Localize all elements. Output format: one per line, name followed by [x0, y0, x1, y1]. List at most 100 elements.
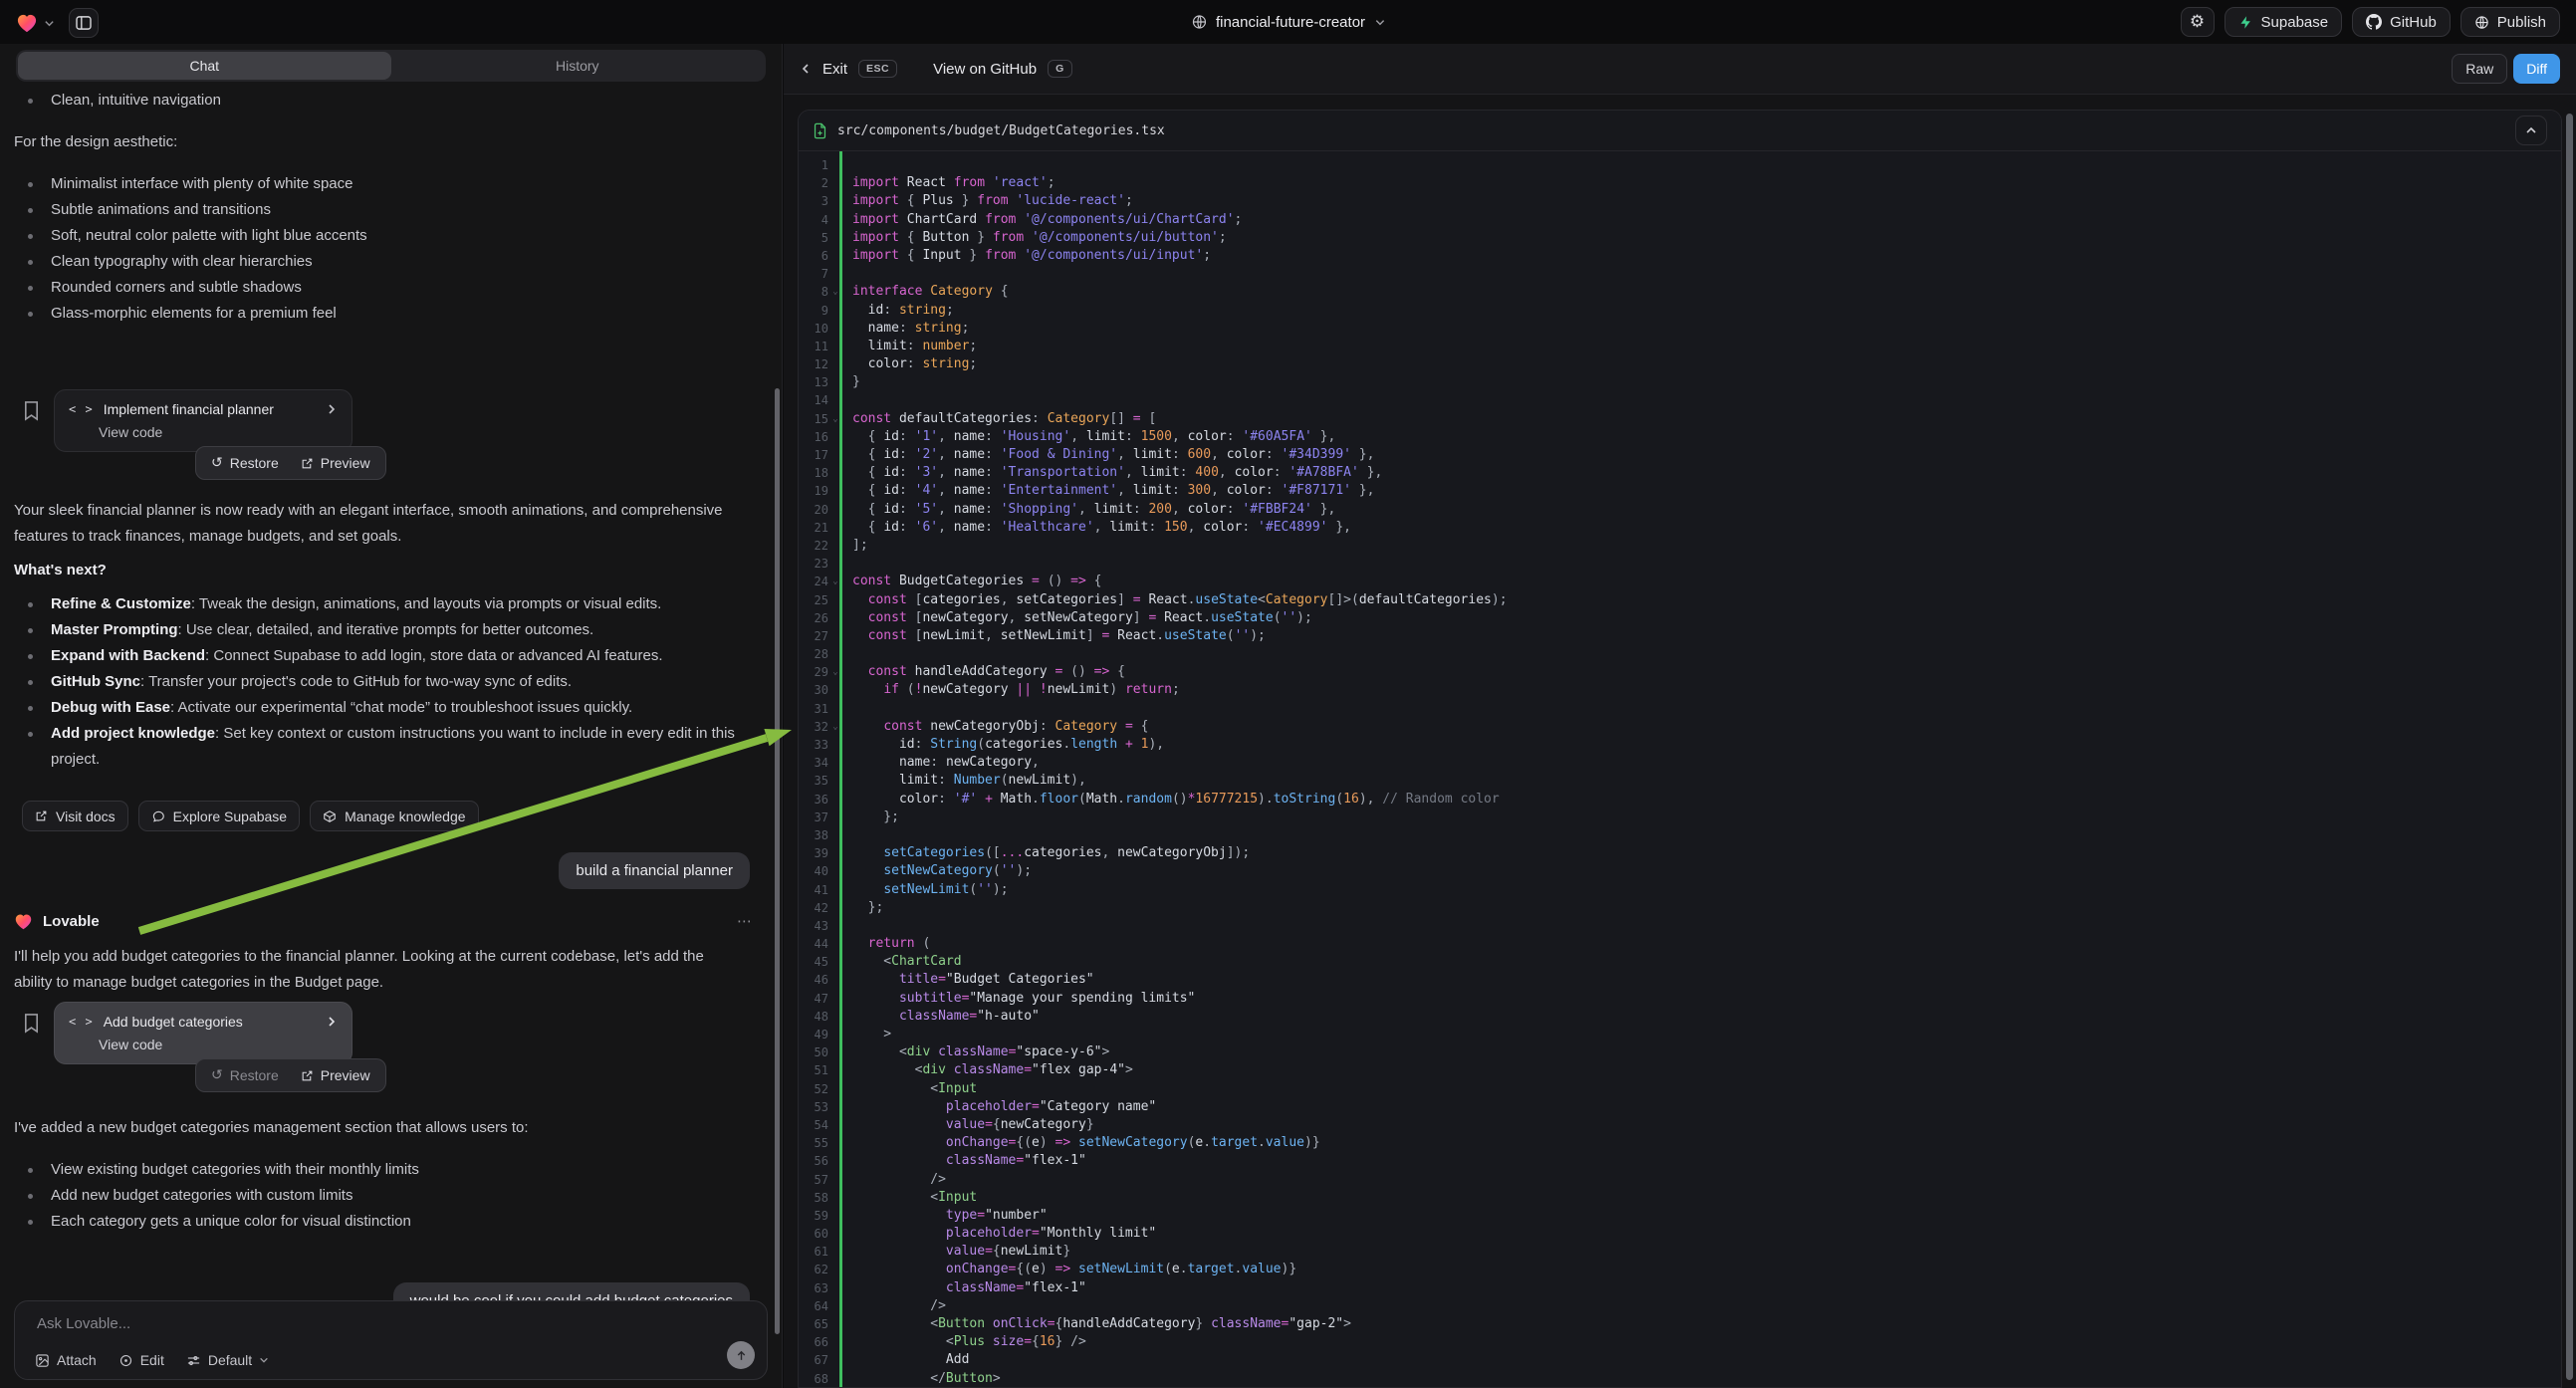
- code-line: 53 placeholder="Category name": [799, 1098, 2561, 1116]
- supabase-bolt-icon: [2238, 15, 2253, 30]
- raw-toggle-button[interactable]: Raw: [2452, 54, 2507, 84]
- view-on-github-button[interactable]: View on GitHub: [933, 61, 1037, 78]
- code-line: 40 setNewCategory('');: [799, 862, 2561, 880]
- view-code-link[interactable]: View code: [99, 1037, 338, 1052]
- list-item: Clean typography with clear hierarchies: [14, 249, 751, 275]
- sidebar-toggle-button[interactable]: [69, 8, 99, 38]
- chat-scrollbar[interactable]: [775, 388, 780, 1334]
- tab-chat[interactable]: Chat: [18, 52, 391, 80]
- bookmark-icon[interactable]: [22, 400, 41, 421]
- mode-selector[interactable]: Default: [186, 1352, 269, 1368]
- code-view-panel: Exit ESC View on GitHub G Raw Diff src/c…: [784, 44, 2576, 1388]
- diff-toggle-button[interactable]: Diff: [2513, 54, 2560, 84]
- code-line: 39 setCategories([...categories, newCate…: [799, 844, 2561, 862]
- restore-button[interactable]: ↺ Restore: [202, 1063, 288, 1087]
- lovable-heart-logo[interactable]: [16, 13, 38, 33]
- code-line: 6import { Input } from '@/components/ui/…: [799, 247, 2561, 265]
- globe-icon: [1191, 14, 1207, 30]
- list-item: View existing budget categories with the…: [14, 1157, 751, 1183]
- supabase-button[interactable]: Supabase: [2225, 7, 2343, 37]
- edit-button[interactable]: Edit: [118, 1352, 164, 1368]
- settings-button[interactable]: ⚙: [2181, 7, 2215, 37]
- list-item: Rounded corners and subtle shadows: [14, 275, 751, 301]
- ellipsis-menu-icon[interactable]: ⋯: [737, 912, 752, 930]
- attach-button[interactable]: Attach: [35, 1352, 97, 1368]
- list-item: Add project knowledge: Set key context o…: [14, 721, 737, 773]
- code-line: 24⌄const BudgetCategories = () => {: [799, 573, 2561, 590]
- version-card-add-budget-categories[interactable]: < > Add budget categories View code: [54, 1002, 352, 1064]
- added-bullet-list: View existing budget categories with the…: [14, 1157, 751, 1235]
- code-line: 41 setNewLimit('');: [799, 881, 2561, 899]
- file-plus-icon: [813, 122, 827, 139]
- list-item: Master Prompting: Use clear, detailed, a…: [14, 617, 737, 643]
- preview-button[interactable]: Preview: [292, 451, 379, 475]
- code-line: 11 limit: number;: [799, 338, 2561, 355]
- design-heading: For the design aesthetic:: [14, 129, 177, 155]
- code-line: 44 return (: [799, 935, 2561, 953]
- visit-docs-button[interactable]: Visit docs: [22, 801, 128, 831]
- target-icon: [118, 1353, 133, 1368]
- restore-icon: ↺: [211, 455, 223, 471]
- code-line: 12 color: string;: [799, 355, 2561, 373]
- code-line: 56 className="flex-1": [799, 1152, 2561, 1170]
- restore-preview-bar: ↺ Restore Preview: [195, 446, 386, 480]
- code-line: 50 <div className="space-y-6">: [799, 1043, 2561, 1061]
- exit-button[interactable]: Exit: [822, 61, 847, 78]
- code-line: 59 type="number": [799, 1207, 2561, 1225]
- restore-icon: ↺: [211, 1067, 223, 1083]
- code-line: 35 limit: Number(newLimit),: [799, 772, 2561, 790]
- send-button[interactable]: [727, 1341, 755, 1369]
- external-link-icon: [35, 810, 48, 822]
- chevron-down-icon: [259, 1355, 269, 1365]
- project-title[interactable]: financial-future-creator: [1191, 0, 1385, 44]
- code-line: 46 title="Budget Categories": [799, 971, 2561, 989]
- code-line: 30 if (!newCategory || !newLimit) return…: [799, 681, 2561, 699]
- chevron-up-icon: [2525, 124, 2537, 136]
- list-item: Glass-morphic elements for a premium fee…: [14, 301, 751, 327]
- assistant-paragraph: Your sleek financial planner is now read…: [14, 498, 726, 550]
- bookmark-icon[interactable]: [22, 1013, 41, 1034]
- publish-button[interactable]: Publish: [2460, 7, 2560, 37]
- code-line: 7: [799, 265, 2561, 283]
- code-line: 13}: [799, 373, 2561, 391]
- tab-history[interactable]: History: [391, 52, 765, 80]
- code-line: 18 { id: '3', name: 'Transportation', li…: [799, 464, 2561, 482]
- collapse-file-button[interactable]: [2515, 116, 2547, 145]
- restore-button[interactable]: ↺ Restore: [202, 451, 288, 475]
- chevron-right-icon[interactable]: [326, 1016, 338, 1028]
- code-line: 9 id: string;: [799, 302, 2561, 320]
- code-icon: < >: [69, 1015, 94, 1029]
- chevron-down-icon[interactable]: [44, 18, 55, 29]
- ask-lovable-input[interactable]: [37, 1315, 745, 1332]
- top-bar: financial-future-creator ⚙ Supabase GitH…: [0, 0, 2576, 44]
- file-header[interactable]: src/components/budget/BudgetCategories.t…: [799, 111, 2561, 151]
- code-line: 45 <ChartCard: [799, 953, 2561, 971]
- code-scrollbar[interactable]: [2566, 114, 2573, 1380]
- list-item: Refine & Customize: Tweak the design, an…: [14, 591, 737, 617]
- list-item: Debug with Ease: Activate our experiment…: [14, 695, 737, 721]
- github-button[interactable]: GitHub: [2352, 7, 2451, 37]
- code-line: 26 const [newCategory, setNewCategory] =…: [799, 609, 2561, 627]
- publish-globe-icon: [2474, 15, 2489, 30]
- preview-button[interactable]: Preview: [292, 1063, 379, 1087]
- code-line: 63 className="flex-1": [799, 1279, 2561, 1297]
- back-chevron-icon[interactable]: [800, 63, 812, 75]
- external-link-icon: [301, 457, 314, 470]
- chevron-right-icon[interactable]: [326, 403, 338, 415]
- github-label: GitHub: [2390, 14, 2437, 31]
- sliders-icon: [186, 1353, 201, 1368]
- prompt-input-box: Attach Edit Default: [14, 1300, 768, 1380]
- version-card-implement-financial-planner[interactable]: < > Implement financial planner View cod…: [54, 389, 352, 452]
- view-code-link[interactable]: View code: [99, 424, 338, 440]
- code-line: 29⌄ const handleAddCategory = () => {: [799, 663, 2561, 681]
- code-line: 2import React from 'react';: [799, 174, 2561, 192]
- code-line: 61 value={newLimit}: [799, 1243, 2561, 1261]
- code-editor[interactable]: 12import React from 'react';3import { Pl…: [799, 151, 2561, 1387]
- gear-icon: ⚙: [2190, 12, 2205, 32]
- design-bullet-list: Minimalist interface with plenty of whit…: [14, 171, 751, 327]
- explore-supabase-button[interactable]: Explore Supabase: [138, 801, 300, 831]
- publish-label: Publish: [2497, 14, 2546, 31]
- code-line: 48 className="h-auto": [799, 1008, 2561, 1026]
- list-item: GitHub Sync: Transfer your project's cod…: [14, 669, 737, 695]
- manage-knowledge-button[interactable]: Manage knowledge: [310, 801, 478, 831]
